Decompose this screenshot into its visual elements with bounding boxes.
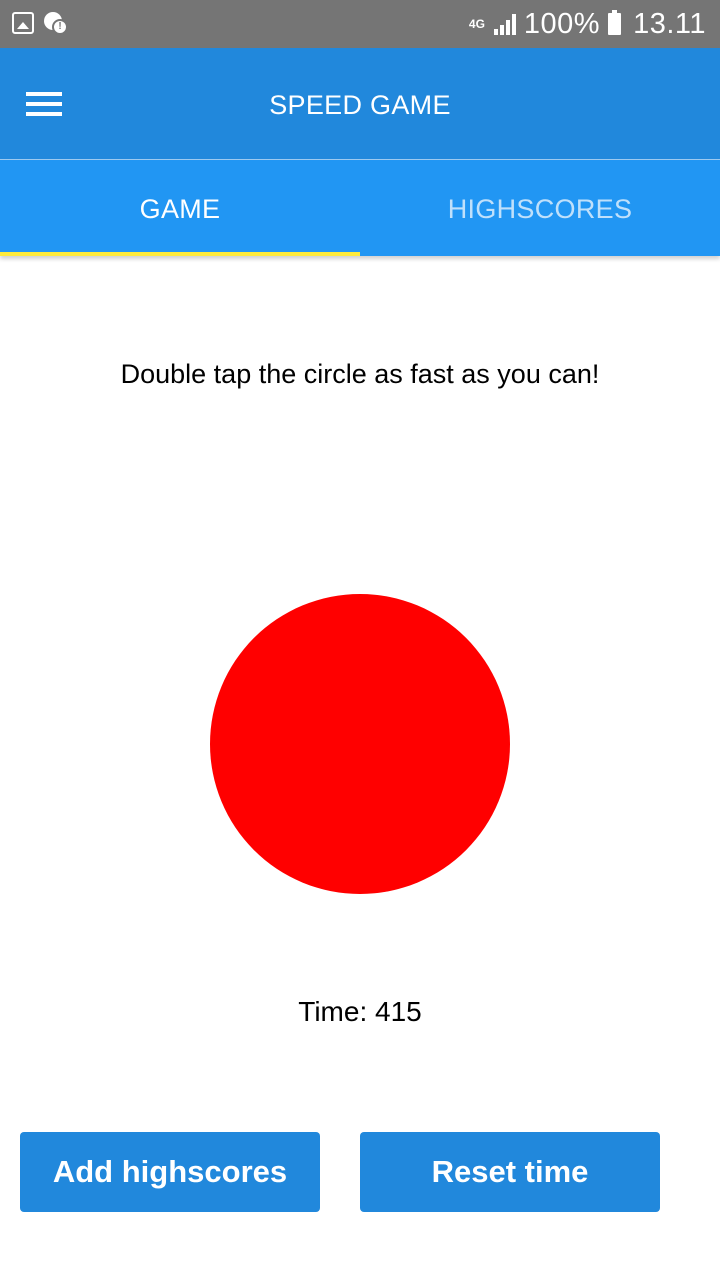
battery-icon xyxy=(608,10,622,35)
status-left-icons: ! xyxy=(12,11,68,35)
time-label: Time: xyxy=(298,996,368,1027)
reset-time-button[interactable]: Reset time xyxy=(360,1132,660,1212)
time-value: 415 xyxy=(375,996,422,1027)
status-clock: 13.11 xyxy=(633,7,706,40)
add-highscores-button[interactable]: Add highscores xyxy=(20,1132,320,1212)
status-bar: ! 4G 100% 13.11 xyxy=(0,0,720,48)
tab-game[interactable]: GAME xyxy=(0,160,360,256)
tap-target-circle[interactable] xyxy=(210,594,510,894)
time-display: Time: 415 xyxy=(0,996,720,1028)
battery-percentage: 100% xyxy=(523,7,601,40)
network-type: 4G xyxy=(468,17,485,31)
alert-icon: ! xyxy=(44,11,68,35)
status-right: 4G 100% 13.11 xyxy=(468,0,706,48)
app-title: SPEED GAME xyxy=(269,90,451,120)
tab-bar: GAME HIGHSCORES xyxy=(0,160,720,256)
game-instruction: Double tap the circle as fast as you can… xyxy=(120,359,600,389)
gallery-icon xyxy=(12,12,34,34)
tab-highscores[interactable]: HIGHSCORES xyxy=(360,160,720,256)
app-bar: SPEED GAME xyxy=(0,48,720,159)
tab-selected-indicator xyxy=(0,252,360,256)
signal-icon xyxy=(493,13,516,35)
